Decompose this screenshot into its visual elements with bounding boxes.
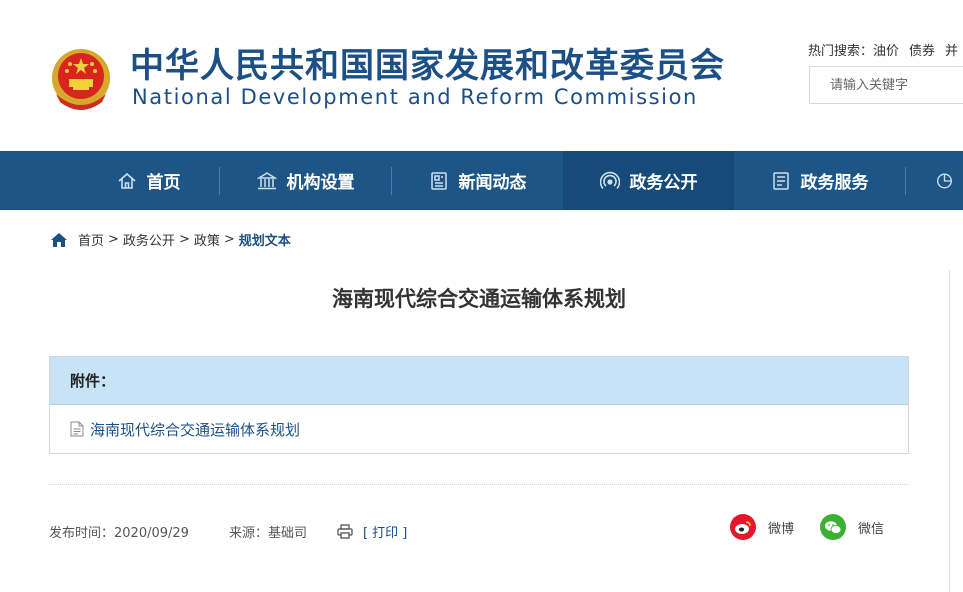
hot-search-link[interactable]: 债券 <box>909 44 935 59</box>
nav-item-news[interactable]: 新闻动态 <box>392 151 563 210</box>
hot-search-link[interactable]: 并 <box>945 44 958 59</box>
sidebar-border <box>949 270 950 592</box>
divider <box>49 484 909 485</box>
nav-item-home[interactable]: 首页 <box>63 151 234 210</box>
nav-item-organization[interactable]: 机构设置 <box>220 151 391 210</box>
hot-search-link[interactable]: 油价 <box>873 44 899 59</box>
site-header: 中华人民共和国国家发展和改革委员会 National Development a… <box>0 0 963 151</box>
publish-time: 发布时间：2020/09/29 <box>49 526 189 541</box>
news-icon <box>430 171 447 190</box>
hot-search: 热门搜索：油价 债券并 <box>808 40 963 59</box>
article-title: 海南现代综合交通运输体系规划 <box>332 286 626 311</box>
attachment-box: 附件： 海南现代综合交通运输体系规划 <box>49 356 909 454</box>
site-title-en[interactable]: National Development and Reform Commissi… <box>132 84 698 110</box>
breadcrumb-link-home[interactable]: 首页 <box>78 230 104 249</box>
share-weibo-label: 微博 <box>768 521 795 537</box>
breadcrumb-link-policy[interactable]: 政策 <box>194 230 220 249</box>
document-icon <box>772 171 789 190</box>
share-bar: 微博 微信 <box>730 514 884 540</box>
article-meta: 发布时间：2020/09/29 来源：基础司 [ 打印 ] <box>49 522 407 541</box>
main-nav: 首页 机构设置 新闻动态 政务公开 政务服务 <box>0 151 963 210</box>
breadcrumb-separator: > <box>223 232 235 247</box>
share-wechat-button[interactable]: 微信 <box>820 514 884 540</box>
hot-search-label: 热门搜索： <box>808 44 874 59</box>
wechat-icon <box>820 514 847 540</box>
broadcast-icon <box>599 171 620 189</box>
attachment-link[interactable]: 海南现代综合交通运输体系规划 <box>50 405 908 453</box>
article-source: 来源：基础司 <box>228 526 307 541</box>
home-icon <box>117 172 136 189</box>
file-icon <box>70 421 84 437</box>
breadcrumb-separator: > <box>108 232 119 247</box>
share-weibo-button[interactable]: 微博 <box>730 514 794 540</box>
nav-item-government-services[interactable]: 政务服务 <box>734 151 905 210</box>
print-label: [ 打印 ] <box>362 526 408 541</box>
building-icon <box>256 171 277 189</box>
attachment-name[interactable]: 海南现代综合交通运输体系规划 <box>90 419 300 440</box>
printer-icon <box>337 524 353 539</box>
breadcrumb-current[interactable]: 规划文本 <box>239 230 291 249</box>
share-wechat-label: 微信 <box>858 521 885 537</box>
pie-chart-icon <box>937 173 952 188</box>
breadcrumb: 首页 > 政务公开 > 政策 > 规划文本 <box>50 230 291 249</box>
attachment-header: 附件： <box>50 357 908 405</box>
nav-item-government-affairs[interactable]: 政务公开 <box>563 151 734 210</box>
nav-item-data[interactable] <box>906 151 963 210</box>
weibo-icon <box>730 514 756 540</box>
print-button[interactable]: [ 打印 ] <box>337 522 407 541</box>
nav-item-label: 政务公开 <box>629 173 698 193</box>
breadcrumb-separator: > <box>178 232 190 247</box>
home-icon[interactable] <box>50 232 68 248</box>
nav-item-label: 机构设置 <box>286 173 355 193</box>
nav-item-label: 新闻动态 <box>458 173 527 193</box>
nav-item-label: 首页 <box>146 173 181 193</box>
national-emblem-icon[interactable] <box>50 44 112 112</box>
breadcrumb-link-government-affairs[interactable]: 政务公开 <box>123 230 175 249</box>
site-title-cn[interactable]: 中华人民共和国国家发展和改革委员会 <box>130 46 725 86</box>
nav-item-label: 政务服务 <box>800 173 869 193</box>
search-input[interactable]: 请输入关键字 <box>809 66 963 104</box>
